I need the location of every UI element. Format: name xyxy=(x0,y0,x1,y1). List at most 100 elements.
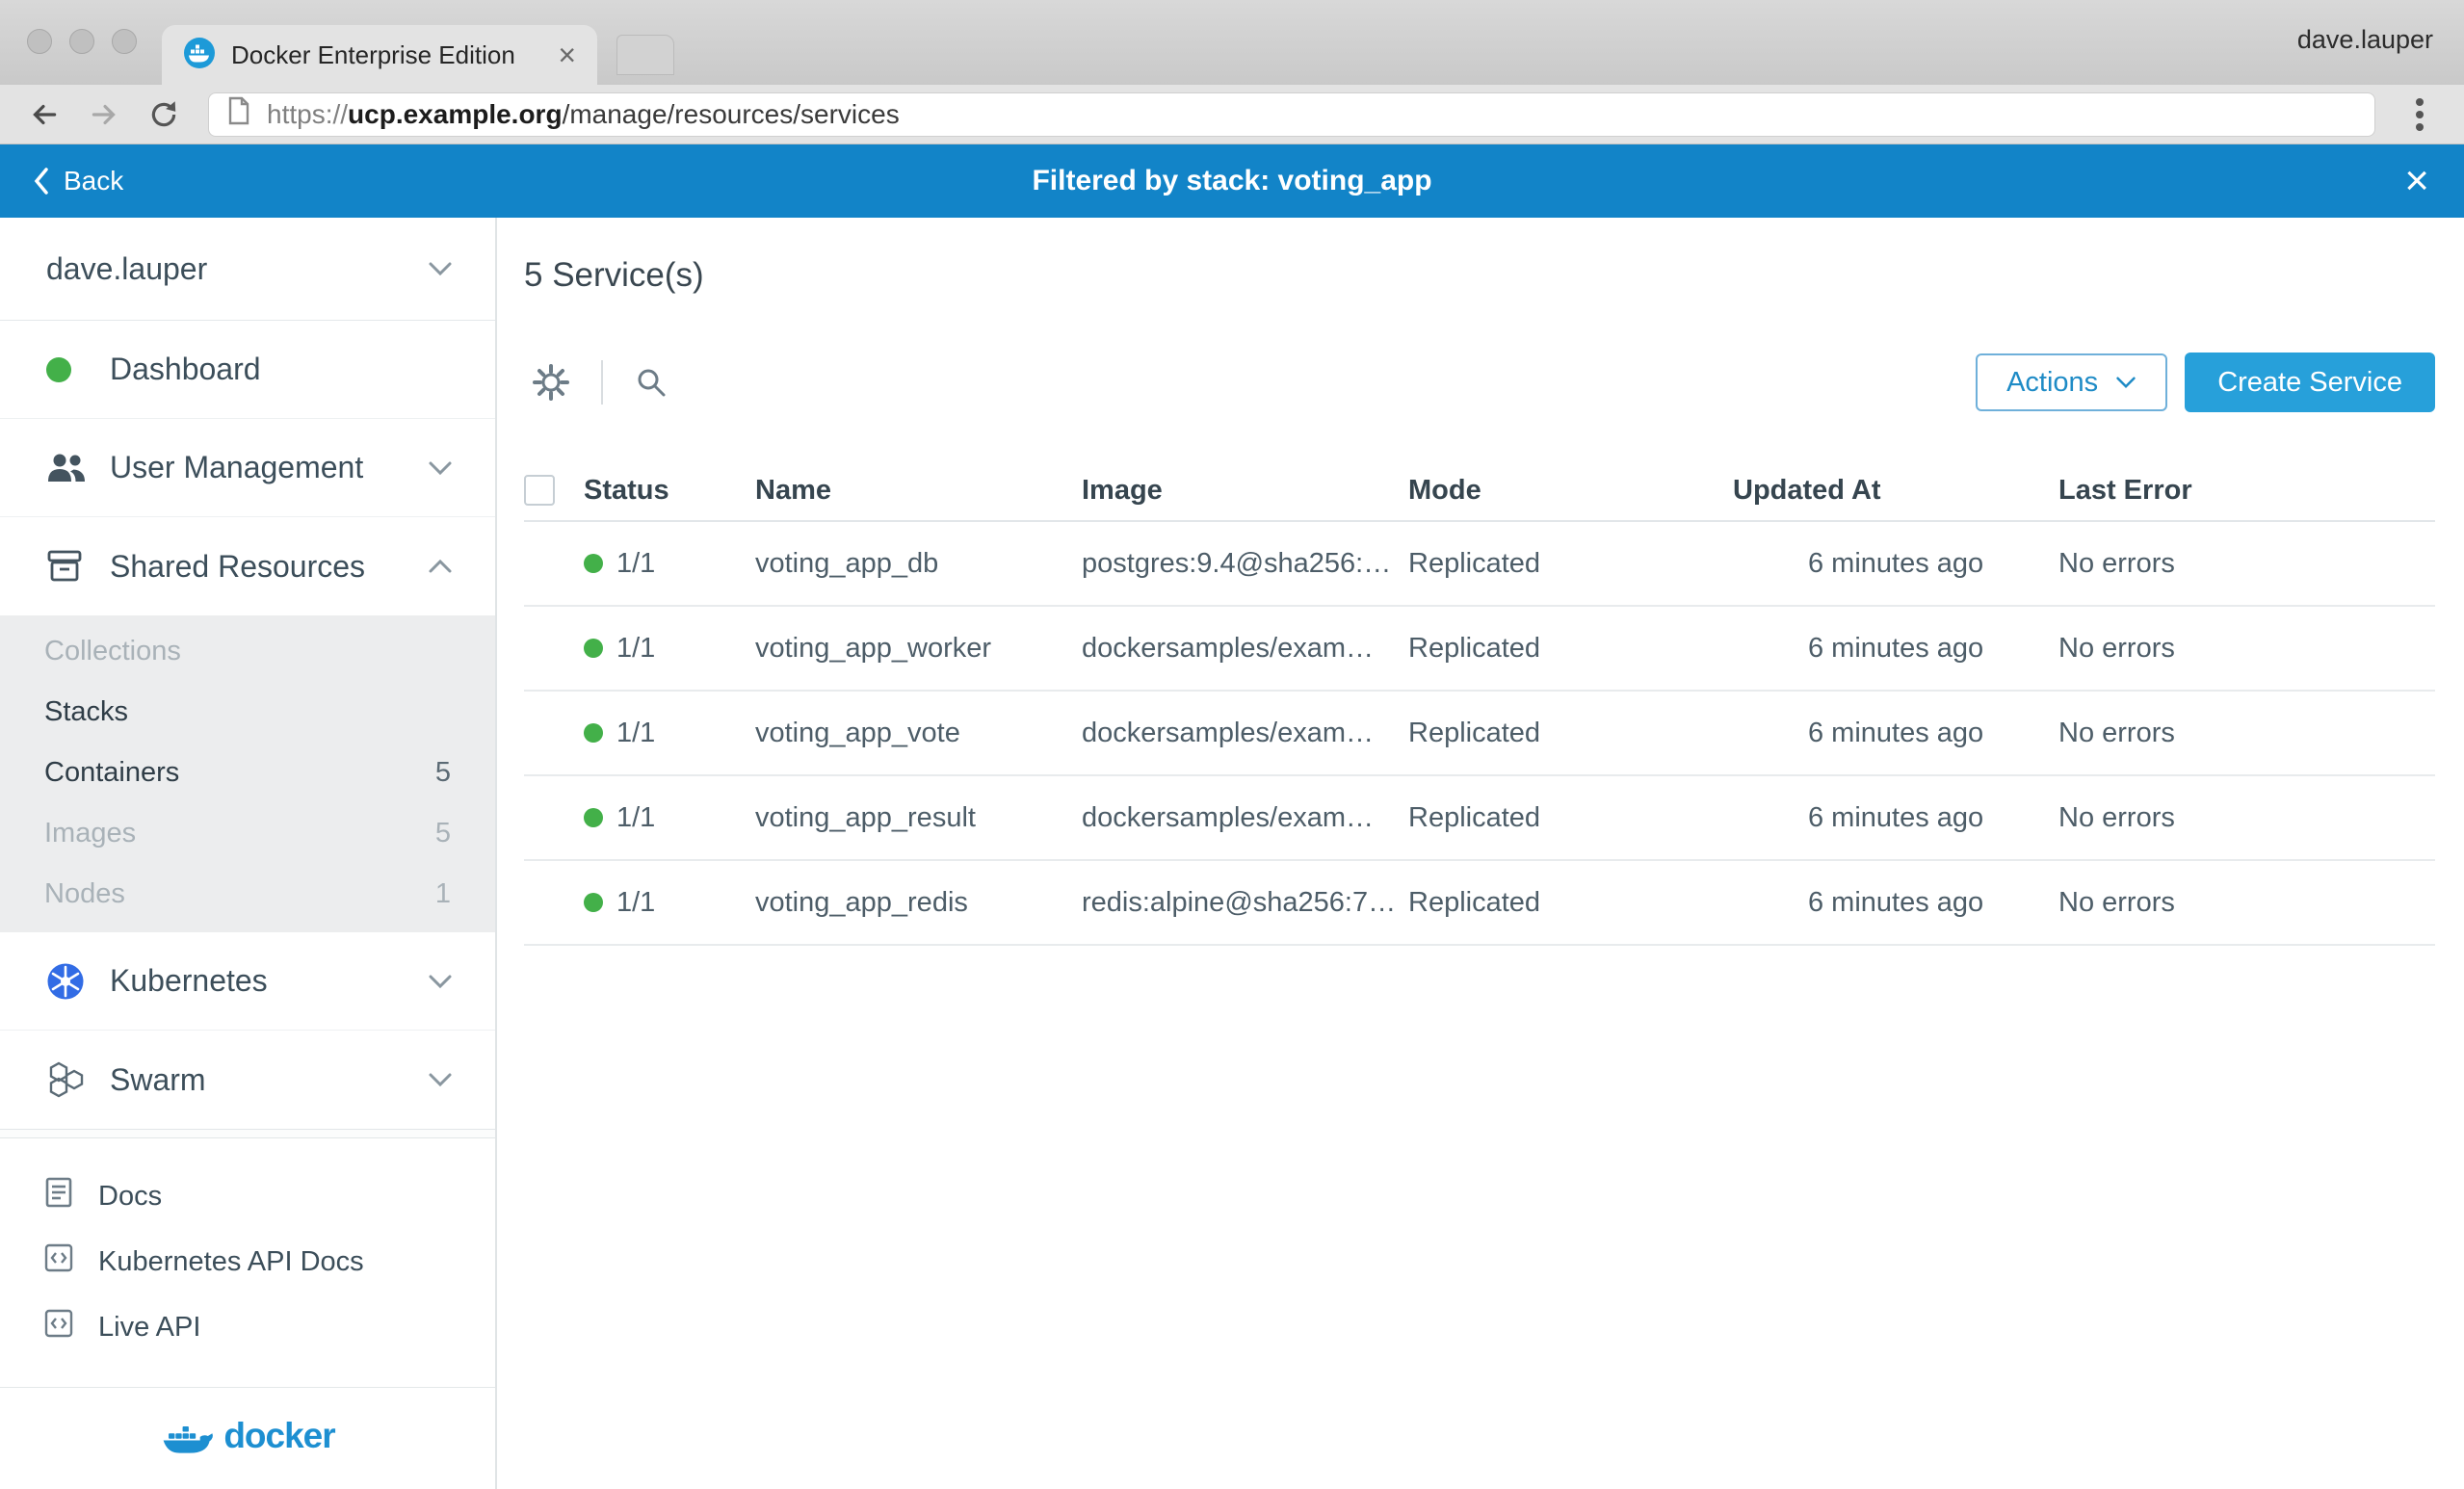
chrome-user-label: dave.lauper xyxy=(2297,25,2433,55)
sidebar-item-label: Shared Resources xyxy=(110,549,428,585)
sidebar-item-label: Swarm xyxy=(110,1062,428,1098)
banner-close-icon[interactable]: × xyxy=(2404,164,2429,197)
docs-icon xyxy=(44,1176,73,1216)
table-row[interactable]: 1/1 voting_app_vote dockersamples/exam… … xyxy=(524,692,2435,776)
sidebar-item-images[interactable]: Images 5 xyxy=(0,803,495,864)
actions-button[interactable]: Actions xyxy=(1976,353,2167,411)
cell-image: redis:alpine@sha256:7… xyxy=(1082,887,1408,919)
status-dot-icon xyxy=(584,554,603,573)
cell-last-error: No errors xyxy=(2058,802,2435,834)
submenu-count: 5 xyxy=(435,757,451,789)
docker-logo: docker xyxy=(0,1388,495,1484)
window-zoom-button[interactable] xyxy=(112,29,137,54)
cell-mode: Replicated xyxy=(1408,718,1733,749)
cell-image: dockersamples/exam… xyxy=(1082,718,1408,749)
api-docs-icon xyxy=(44,1243,73,1280)
toolbar: Actions Create Service xyxy=(524,353,2435,412)
sidebar-item-docs[interactable]: Docs xyxy=(0,1163,495,1229)
browser-chrome: Docker Enterprise Edition × dave.lauper xyxy=(0,0,2464,144)
cell-status: 1/1 xyxy=(616,802,655,834)
browser-tab[interactable]: Docker Enterprise Edition × xyxy=(162,25,597,85)
window-minimize-button[interactable] xyxy=(69,29,94,54)
app-body: dave.lauper Dashboard User Management xyxy=(0,218,2464,1489)
address-bar[interactable]: https://ucp.example.org/manage/resources… xyxy=(208,92,2375,137)
sidebar-item-nodes[interactable]: Nodes 1 xyxy=(0,864,495,925)
refresh-icon[interactable] xyxy=(139,91,189,138)
cell-last-error: No errors xyxy=(2058,718,2435,749)
tab-bar: Docker Enterprise Edition × dave.lauper xyxy=(0,0,2464,85)
sidebar-item-dashboard[interactable]: Dashboard xyxy=(0,321,495,419)
cell-updated-at: 6 minutes ago xyxy=(1733,887,2058,919)
sidebar-item-containers[interactable]: Containers 5 xyxy=(0,743,495,803)
window-controls xyxy=(27,29,137,54)
browser-toolbar: https://ucp.example.org/manage/resources… xyxy=(0,85,2464,144)
users-icon xyxy=(46,452,110,484)
table-row[interactable]: 1/1 voting_app_redis redis:alpine@sha256… xyxy=(524,861,2435,946)
toolbar-actions: Actions Create Service xyxy=(1976,353,2435,412)
sidebar-item-user-management[interactable]: User Management xyxy=(0,419,495,517)
url-path: /manage/resources/services xyxy=(563,99,900,129)
sidebar-section-divider xyxy=(0,1129,495,1138)
screen: { "chrome": { "tab_title": "Docker Enter… xyxy=(0,0,2464,1489)
table-row[interactable]: 1/1 voting_app_worker dockersamples/exam… xyxy=(524,607,2435,692)
sidebar-item-kubernetes-api-docs[interactable]: Kubernetes API Docs xyxy=(0,1229,495,1294)
cell-updated-at: 6 minutes ago xyxy=(1733,633,2058,665)
column-header-name: Name xyxy=(755,475,1082,507)
status-dot-icon xyxy=(584,723,603,743)
cell-image: dockersamples/exam… xyxy=(1082,633,1408,665)
submenu-label: Collections xyxy=(44,636,181,667)
sidebar-item-kubernetes[interactable]: Kubernetes xyxy=(0,932,495,1031)
tab-close-icon[interactable]: × xyxy=(558,39,576,70)
submenu-label: Stacks xyxy=(44,696,128,728)
cell-image: postgres:9.4@sha256:… xyxy=(1082,548,1408,580)
status-dot-icon xyxy=(584,639,603,658)
table-row[interactable]: 1/1 voting_app_db postgres:9.4@sha256:… … xyxy=(524,522,2435,607)
account-menu[interactable]: dave.lauper xyxy=(0,218,495,321)
cell-name: voting_app_redis xyxy=(755,887,1082,919)
toolbar-divider xyxy=(601,360,603,405)
submenu-count: 1 xyxy=(435,878,451,910)
tab-title: Docker Enterprise Edition xyxy=(231,40,542,70)
column-header-mode: Mode xyxy=(1408,475,1733,507)
chevron-down-icon xyxy=(428,1072,453,1087)
browser-menu-icon[interactable] xyxy=(2395,91,2445,138)
cell-last-error: No errors xyxy=(2058,548,2435,580)
back-button-label: Back xyxy=(64,166,123,196)
sidebar-item-stacks[interactable]: Stacks xyxy=(0,682,495,743)
filter-banner: Back Filtered by stack: voting_app × xyxy=(0,144,2464,218)
dashboard-icon xyxy=(46,357,110,382)
submenu-label: Nodes xyxy=(44,878,125,910)
url-host: ucp.example.org xyxy=(348,99,563,129)
cell-status: 1/1 xyxy=(616,633,655,665)
docker-logo-text: docker xyxy=(223,1416,334,1456)
column-header-status: Status xyxy=(584,475,755,507)
window-close-button[interactable] xyxy=(27,29,52,54)
forward-nav-icon[interactable] xyxy=(79,91,129,138)
settings-gear-icon[interactable] xyxy=(524,363,578,402)
back-nav-icon[interactable] xyxy=(19,91,69,138)
new-tab-button[interactable] xyxy=(616,35,674,75)
select-all-checkbox[interactable] xyxy=(524,475,555,506)
chevron-down-icon xyxy=(428,460,453,476)
cell-mode: Replicated xyxy=(1408,548,1733,580)
footer-link-label: Docs xyxy=(98,1181,162,1213)
cell-image: dockersamples/exam… xyxy=(1082,802,1408,834)
page-icon xyxy=(226,96,251,132)
chevron-up-icon xyxy=(428,559,453,574)
sidebar-item-shared-resources[interactable]: Shared Resources xyxy=(0,517,495,615)
cell-last-error: No errors xyxy=(2058,887,2435,919)
create-service-button[interactable]: Create Service xyxy=(2185,353,2435,412)
chevron-down-icon xyxy=(2115,376,2136,389)
sidebar-item-swarm[interactable]: Swarm xyxy=(0,1031,495,1129)
account-name: dave.lauper xyxy=(46,251,207,287)
sidebar-item-collections[interactable]: Collections xyxy=(0,621,495,682)
submenu-label: Images xyxy=(44,818,136,849)
sidebar-item-live-api[interactable]: Live API xyxy=(0,1294,495,1360)
back-button[interactable]: Back xyxy=(33,166,123,196)
cell-name: voting_app_db xyxy=(755,548,1082,580)
chevron-down-icon xyxy=(428,261,453,276)
table-row[interactable]: 1/1 voting_app_result dockersamples/exam… xyxy=(524,776,2435,861)
cell-mode: Replicated xyxy=(1408,633,1733,665)
live-api-icon xyxy=(44,1309,73,1345)
search-icon[interactable] xyxy=(626,365,676,400)
